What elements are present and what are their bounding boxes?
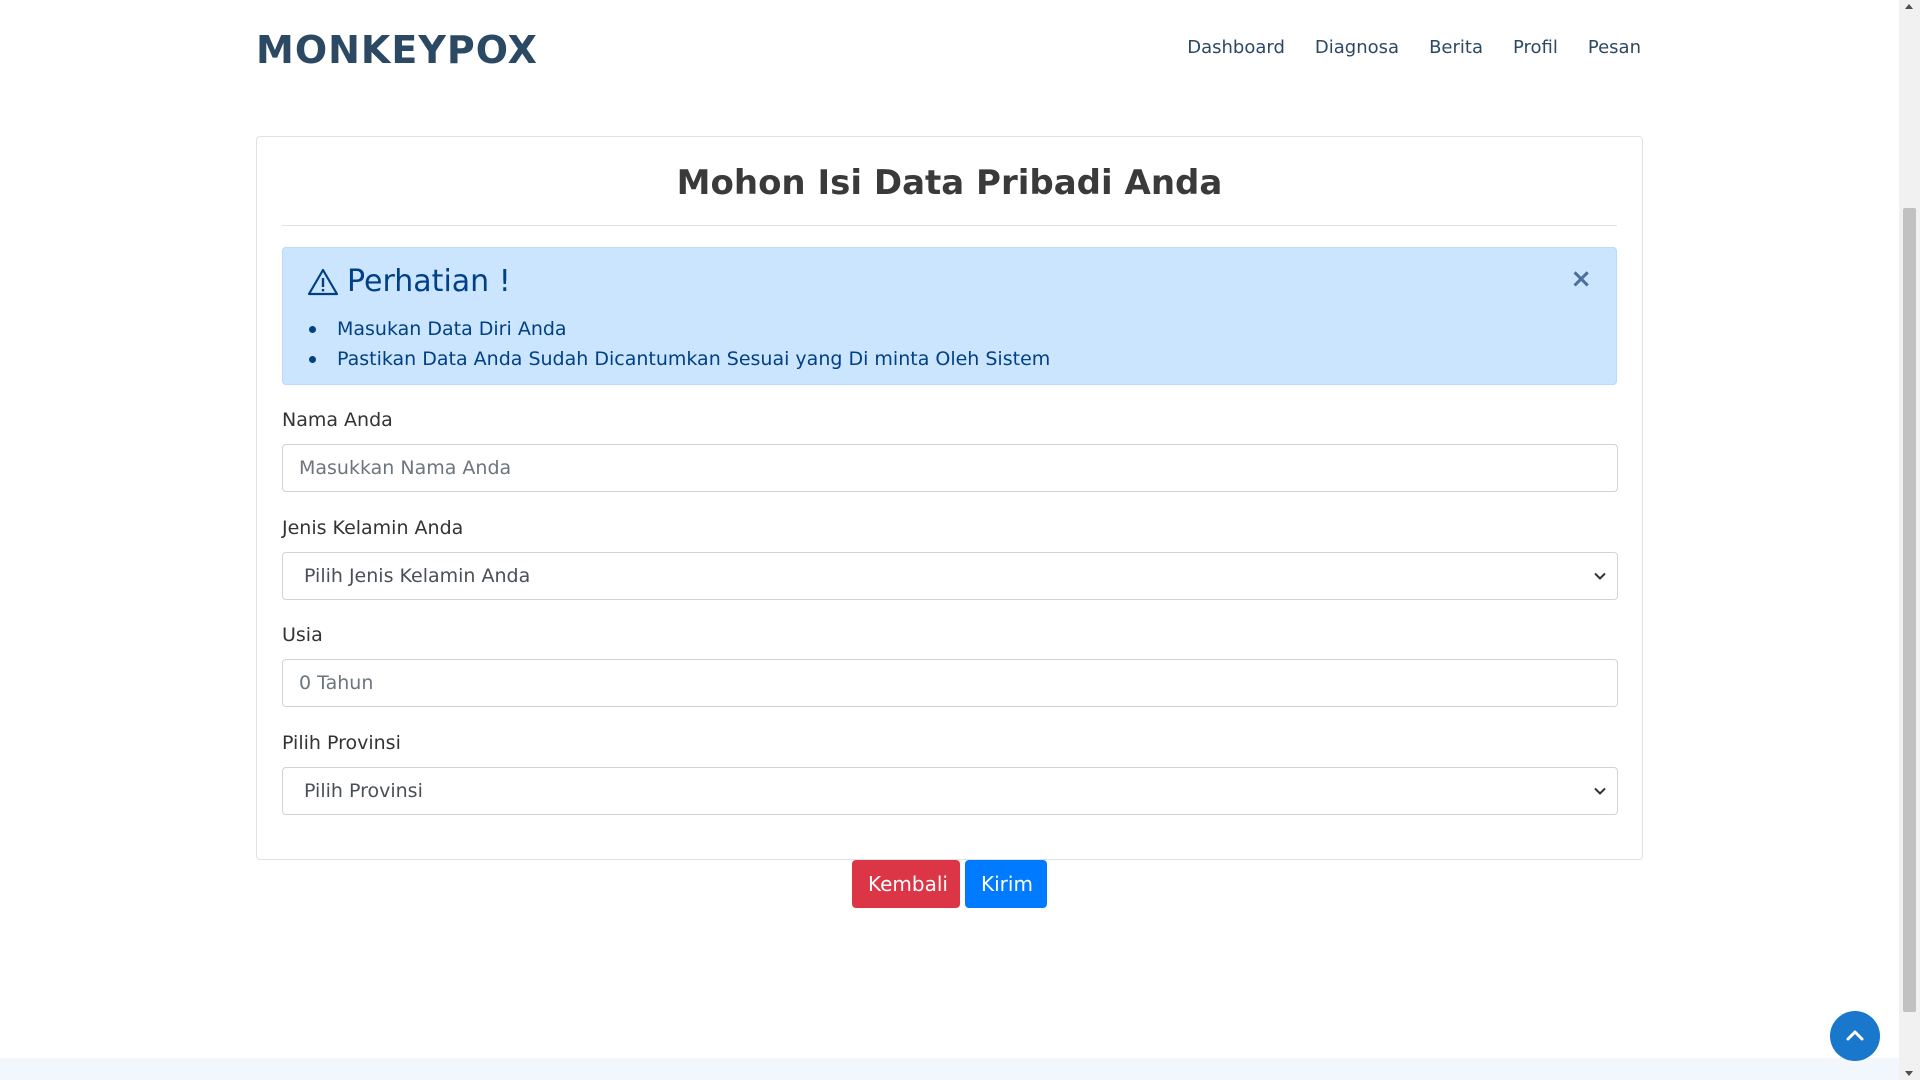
form-title: Mohon Isi Data Pribadi Anda bbox=[676, 163, 1223, 203]
nav-link-profil[interactable]: Profil bbox=[1513, 36, 1558, 60]
nav-link-diagnosa[interactable]: Diagnosa bbox=[1315, 36, 1399, 60]
name-label: Nama Anda bbox=[282, 409, 393, 431]
chevron-up-icon bbox=[1846, 1030, 1864, 1041]
province-label: Pilih Provinsi bbox=[282, 732, 401, 754]
age-input[interactable] bbox=[282, 659, 1618, 707]
alert-list-item: Masukan Data Diri Anda bbox=[307, 314, 1050, 344]
name-input[interactable] bbox=[282, 444, 1618, 492]
title-divider bbox=[282, 225, 1617, 226]
chevron-down-icon bbox=[1594, 572, 1606, 580]
main-nav: Dashboard Diagnosa Berita Profil Pesan bbox=[1187, 36, 1641, 60]
alert-heading-text: Perhatian ! bbox=[347, 264, 511, 299]
back-to-top-button[interactable] bbox=[1830, 1011, 1880, 1061]
attention-alert: Perhatian ! × Masukan Data Diri Anda Pas… bbox=[282, 247, 1617, 385]
page-scrollbar[interactable] bbox=[1899, 0, 1920, 1080]
gender-label: Jenis Kelamin Anda bbox=[282, 517, 464, 539]
gender-select[interactable]: Pilih Jenis Kelamin Anda bbox=[282, 552, 1618, 600]
site-logo[interactable]: MONKEYPOX bbox=[256, 24, 538, 76]
alert-heading: Perhatian ! bbox=[307, 262, 511, 302]
scrollbar-thumb[interactable] bbox=[1903, 208, 1916, 1012]
gender-select-value: Pilih Jenis Kelamin Anda bbox=[304, 565, 531, 587]
close-icon[interactable]: × bbox=[1570, 266, 1592, 292]
nav-link-berita[interactable]: Berita bbox=[1429, 36, 1483, 60]
scroll-down-arrow-icon[interactable] bbox=[1905, 1071, 1913, 1076]
site-header: MONKEYPOX Dashboard Diagnosa Berita Prof… bbox=[0, 0, 1899, 100]
back-button[interactable]: Kembali bbox=[852, 860, 960, 908]
warning-triangle-icon bbox=[307, 268, 339, 296]
alert-list-item: Pastikan Data Anda Sudah Dicantumkan Ses… bbox=[307, 344, 1050, 374]
personal-data-card: Mohon Isi Data Pribadi Anda Perhatian ! … bbox=[256, 136, 1643, 860]
chevron-down-icon bbox=[1594, 787, 1606, 795]
footer-strip bbox=[0, 1058, 1899, 1080]
scroll-up-arrow-icon[interactable] bbox=[1905, 4, 1913, 9]
nav-link-pesan[interactable]: Pesan bbox=[1588, 36, 1641, 60]
nav-link-dashboard[interactable]: Dashboard bbox=[1187, 36, 1285, 60]
age-label: Usia bbox=[282, 624, 323, 646]
alert-list: Masukan Data Diri Anda Pastikan Data And… bbox=[307, 314, 1050, 374]
submit-button[interactable]: Kirim bbox=[965, 860, 1047, 908]
province-select-value: Pilih Provinsi bbox=[304, 780, 423, 802]
province-select[interactable]: Pilih Provinsi bbox=[282, 767, 1618, 815]
